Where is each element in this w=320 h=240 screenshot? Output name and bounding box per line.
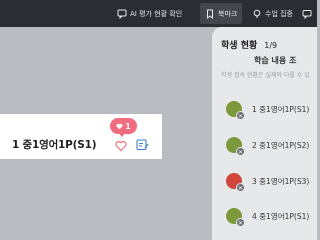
ai-chat-icon xyxy=(117,9,127,19)
panel-title: 학생 현황 1/9 xyxy=(221,38,277,51)
chat-icon xyxy=(302,9,312,19)
lightbulb-icon xyxy=(252,9,262,19)
top-toolbar: AI 평가 현황 확인 북마크 수업 집중 xyxy=(0,0,317,27)
toolbar-more-button[interactable] xyxy=(302,0,315,27)
bookmark-label: 북마크 xyxy=(218,9,238,18)
student-name: 4 중1영어1P(S1) xyxy=(252,212,310,221)
student-list-item[interactable]: ✕ 4 중1영어1P(S1) xyxy=(226,208,317,228)
bookmark-button[interactable]: 북마크 xyxy=(200,3,243,24)
student-list-item[interactable]: ✕ 1 중1영어1P(S1) xyxy=(226,101,317,121)
panel-count: 1/9 xyxy=(264,41,278,50)
like-count: 1 xyxy=(125,121,131,131)
student-card-name: 1 중1영어1P(S1) xyxy=(12,139,97,151)
ai-evaluation-button[interactable]: AI 평가 현황 확인 xyxy=(117,0,182,27)
bookmark-icon xyxy=(205,9,215,19)
student-list-item[interactable]: ✕ 2 중1영어1P(S2) xyxy=(226,137,317,157)
heart-like-icon[interactable] xyxy=(115,137,127,152)
close-badge-icon: ✕ xyxy=(236,183,245,192)
heart-filled-icon xyxy=(116,123,123,129)
panel-note: 학생 접속 현황은 실제와 다를 수 있 xyxy=(221,72,310,79)
student-name: 3 중1영어1P(S3) xyxy=(252,177,310,186)
panel-title-text: 학생 현황 xyxy=(221,41,258,51)
student-status-panel: 학생 현황 1/9 학습 내용 조 학생 접속 현황은 실제와 다를 수 있 ✕ … xyxy=(212,27,317,240)
student-name: 2 중1영어1P(S2) xyxy=(252,141,310,150)
class-focus-label: 수업 집중 xyxy=(265,9,293,18)
class-focus-button[interactable]: 수업 집중 xyxy=(252,0,293,27)
student-list-item[interactable]: ✕ 3 중1영어1P(S3) xyxy=(226,173,317,193)
student-name: 1 중1영어1P(S1) xyxy=(252,105,310,114)
close-badge-icon: ✕ xyxy=(236,218,245,227)
edit-icon[interactable] xyxy=(136,136,149,151)
panel-subtitle: 학습 내용 조 xyxy=(254,56,297,65)
ai-evaluation-label: AI 평가 현황 확인 xyxy=(130,9,183,18)
close-badge-icon: ✕ xyxy=(236,147,245,156)
close-badge-icon: ✕ xyxy=(236,111,245,120)
